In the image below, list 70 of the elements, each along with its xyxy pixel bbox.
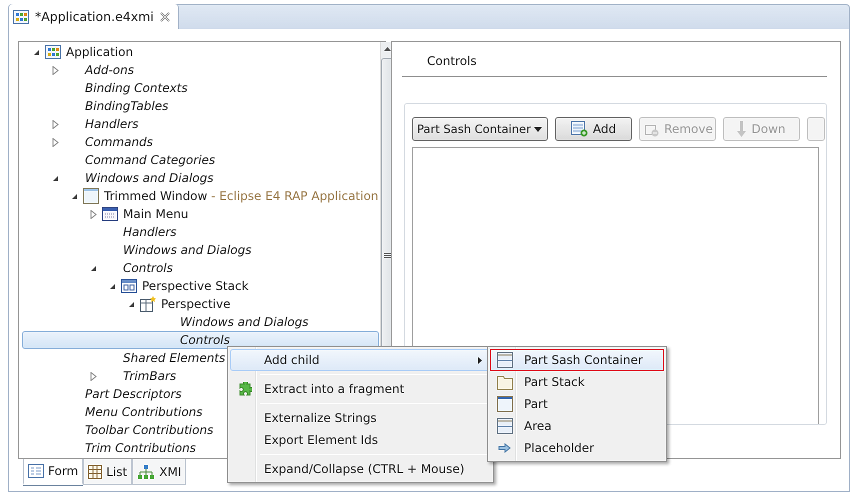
window-icon [83,188,99,204]
application-icon [13,10,29,24]
sash-container-icon [497,418,513,434]
tree-item[interactable]: Handlers [123,225,177,239]
tree-item[interactable]: Perspective [161,297,230,311]
page-tab[interactable]: List [83,459,132,485]
close-icon[interactable] [160,12,170,22]
tree-item[interactable]: Command Categories [85,153,216,167]
sash-container-icon [497,352,513,368]
tree-item[interactable]: Handlers [85,117,139,131]
expanded-arrow-icon[interactable] [70,192,78,200]
expanded-arrow-icon[interactable] [32,48,40,56]
menu-item[interactable]: Part [490,393,664,415]
add-icon [570,121,588,137]
menu-item[interactable]: Extract into a fragment [230,378,491,400]
table-icon [88,464,102,478]
down-arrow-icon [737,121,746,137]
tree-item[interactable]: Windows and Dialogs [85,171,214,185]
expanded-arrow-icon[interactable] [52,174,58,182]
expanded-arrow-icon[interactable] [128,300,134,308]
expanded-arrow-icon[interactable] [108,282,116,290]
type-combo[interactable]: Part Sash Container [412,117,548,141]
dropdown-caret-icon [534,126,542,132]
tree-item[interactable]: Controls [180,333,230,347]
tree-row[interactable]: Controls [22,331,380,349]
menu-item[interactable]: Export Element Ids [230,429,491,451]
page-tab[interactable]: Form [23,459,84,485]
editor-tab-title: *Application.e4xmi [35,9,154,24]
menu-item[interactable]: Part Sash Container [490,349,664,371]
part-icon [497,396,513,412]
tree-item[interactable]: Add-ons [85,63,134,77]
expanded-arrow-icon[interactable] [90,264,96,272]
hierarchy-icon [137,464,156,478]
tree-item[interactable]: Shared Elements [123,351,226,365]
tree-item[interactable]: Windows and Dialogs [123,243,252,257]
menu-item[interactable]: Part Stack [490,371,664,393]
arrow-icon [498,443,512,453]
tree-item[interactable]: Menu Contributions [85,405,203,419]
tree-item[interactable]: Commands [85,135,153,149]
menu-item[interactable]: Expand/Collapse (CTRL + Mouse) [230,458,491,480]
tree-item[interactable]: Main Menu [123,207,188,221]
menu-item[interactable]: Externalize Strings [230,407,491,429]
collapsed-arrow-icon[interactable] [52,66,58,74]
folder-tab-icon [497,374,513,390]
tree-item[interactable]: Controls [123,261,173,275]
grip-icon [384,252,392,258]
tree-item[interactable]: Binding Contexts [85,81,188,95]
menu-item[interactable]: Area [490,415,664,437]
form-icon [28,464,44,478]
puzzle-icon [238,382,252,396]
tree-item[interactable]: TrimBars [123,369,176,383]
stack-icon [121,279,137,293]
menu-item[interactable]: Placeholder [490,437,664,459]
tree-item[interactable]: Windows and Dialogs [180,315,309,329]
collapsed-arrow-icon[interactable] [90,210,96,218]
collapsed-arrow-icon[interactable] [90,372,96,380]
application-icon [45,45,61,59]
tree-item[interactable]: BindingTables [85,99,168,113]
tree-item[interactable]: Part Descriptors [85,387,182,401]
page-tab[interactable]: XMI [132,459,186,485]
toolbar-button[interactable]: Add [555,117,632,141]
section-title: Controls [402,42,827,77]
perspective-icon [140,296,156,312]
menu-bar-icon [102,207,118,221]
tree-item[interactable]: Trim Contributions [85,441,196,455]
tree-item[interactable]: Trimmed Window - Eclipse E4 RAP Application [104,189,378,203]
tree-item[interactable]: Toolbar Contributions [85,423,214,437]
tree-item[interactable]: Perspective Stack [142,279,249,293]
tree-item[interactable]: Application [66,45,134,59]
editor-tab[interactable]: *Application.e4xmi [9,4,179,29]
